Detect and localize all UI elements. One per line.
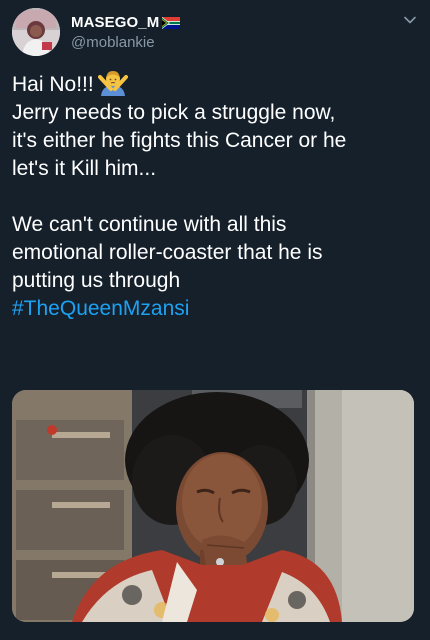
user-handle[interactable]: @moblankie bbox=[71, 34, 180, 51]
display-name-row: MASEGO_M bbox=[71, 12, 181, 32]
tweet-photo bbox=[12, 390, 414, 622]
avatar-image bbox=[12, 8, 60, 56]
tweet-line: Hai No!!! bbox=[12, 70, 412, 99]
tweet-text: Hai No!!! Jerry needs to pick a struggle… bbox=[12, 70, 412, 323]
tweet: MASEGO_M @moblankie Hai No!!! Jerry need… bbox=[0, 0, 430, 640]
tweet-line: it's either he fights this Cancer or he bbox=[12, 129, 347, 152]
hashtag-link[interactable]: #TheQueenMzansi bbox=[12, 295, 412, 323]
tweet-line: We can't continue with all this bbox=[12, 213, 287, 236]
paragraph-break bbox=[12, 183, 412, 211]
avatar[interactable] bbox=[12, 8, 60, 56]
display-name[interactable]: MASEGO_M bbox=[71, 14, 159, 31]
tweet-line: let's it Kill him... bbox=[12, 157, 157, 180]
tweet-line: emotional roller-coaster that he is bbox=[12, 241, 323, 264]
south-africa-flag-icon bbox=[162, 16, 181, 29]
tweet-header: MASEGO_M @moblankie bbox=[12, 8, 418, 58]
tweet-line: Jerry needs to pick a struggle now, bbox=[12, 101, 336, 124]
tweet-line-text: Hai No!!! bbox=[12, 73, 94, 96]
user-info: MASEGO_M @moblankie bbox=[71, 12, 181, 51]
tweet-image[interactable] bbox=[12, 390, 414, 622]
chevron-down-icon[interactable] bbox=[402, 12, 418, 28]
person-gesturing-no-icon bbox=[97, 70, 128, 96]
tweet-line: putting us through bbox=[12, 269, 181, 292]
